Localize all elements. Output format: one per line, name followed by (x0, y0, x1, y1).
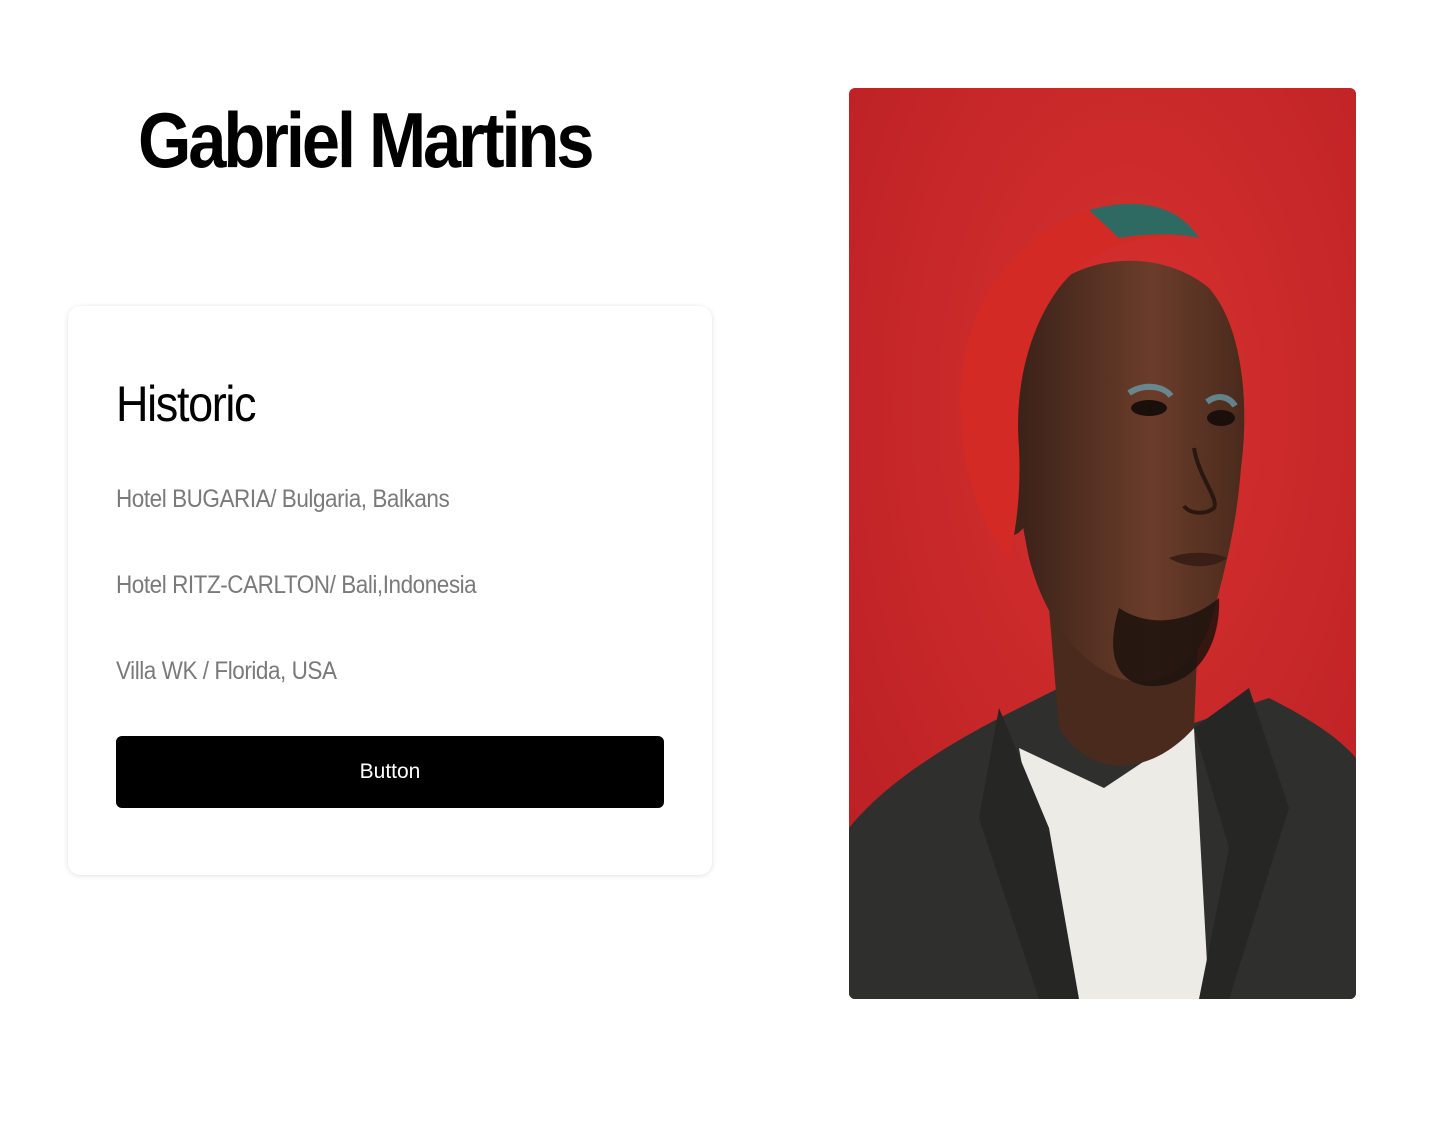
history-item: Villa WK / Florida, USA (116, 657, 337, 685)
card-heading: Historic (116, 376, 257, 432)
portrait-photo (849, 88, 1356, 999)
action-button[interactable]: Button (116, 736, 664, 808)
history-item: Hotel BUGARIA/ Bulgaria, Balkans (116, 485, 450, 513)
historic-card: Historic Hotel BUGARIA/ Bulgaria, Balkan… (68, 306, 712, 875)
profile-name: Gabriel Martins (138, 96, 595, 184)
history-item: Hotel RITZ-CARLTON/ Bali,Indonesia (116, 571, 477, 599)
